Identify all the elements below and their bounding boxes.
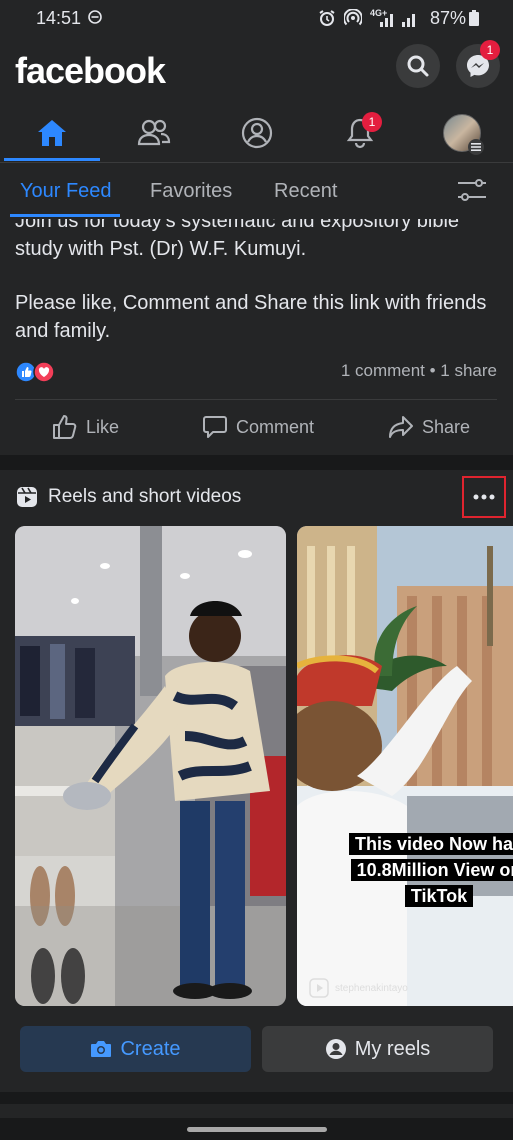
reel-thumbnail-2[interactable]: This video Now has 10.8Million View on T… (297, 526, 513, 1006)
tab-your-feed[interactable]: Your Feed (20, 163, 112, 219)
post-text: Join us for today's systematic and expos… (15, 219, 505, 371)
tab-recent[interactable]: Recent (274, 163, 337, 219)
dnd-icon (88, 10, 102, 29)
share-icon (389, 416, 413, 438)
tab-notifications[interactable]: 1 (310, 104, 410, 162)
comment-icon (203, 416, 227, 438)
my-reels-label: My reels (354, 1037, 431, 1060)
post-divider (15, 399, 497, 400)
like-label: Like (86, 416, 120, 437)
feed-tab-indicator (10, 214, 120, 217)
reels-title: Reels and short videos (48, 486, 242, 507)
friends-icon (137, 119, 171, 146)
my-reels-button[interactable]: My reels (262, 1026, 493, 1072)
like-reaction-icon (15, 361, 55, 383)
tab-favorites[interactable]: Favorites (150, 163, 232, 219)
profile-icon (241, 117, 273, 149)
comment-label: Comment (236, 416, 315, 437)
signal-icon (372, 12, 424, 33)
share-label: Share (422, 416, 471, 437)
reel-1-image (15, 526, 286, 1006)
messenger-badge: 1 (480, 40, 500, 60)
camera-icon (91, 1041, 112, 1057)
battery-percent: 87% (430, 8, 467, 28)
status-bar: 14:51 4G+ 87% (0, 0, 513, 36)
tab-recent-label: Recent (274, 179, 338, 202)
tab-friends[interactable] (104, 104, 204, 162)
post-stats[interactable]: 1 comment • 1 share (341, 361, 497, 381)
share-button[interactable]: Share (388, 407, 470, 447)
reels-icon (16, 486, 38, 513)
tab-menu[interactable] (412, 104, 512, 162)
post-card: Join us for today's systematic and expos… (0, 219, 513, 455)
app-header: facebook 1 (0, 36, 513, 104)
thumbs-up-icon (53, 415, 77, 439)
reel-2-caption-line-2: 10.8Million View on (350, 859, 513, 881)
filter-icon (458, 179, 486, 201)
post-paragraph-2: Please like, Comment and Share this link… (15, 292, 487, 342)
notifications-badge: 1 (362, 112, 382, 132)
tab-favorites-label: Favorites (150, 179, 233, 202)
battery-icon (469, 10, 479, 31)
system-nav-bar (0, 1092, 513, 1140)
comment-button[interactable]: Comment (202, 407, 314, 447)
tab-your-feed-label: Your Feed (20, 179, 112, 202)
more-options-icon (473, 494, 495, 500)
search-button[interactable] (396, 44, 440, 88)
active-tab-indicator (4, 158, 100, 161)
reel-2-caption-line-3: TikTok (404, 885, 474, 907)
create-label: Create (120, 1037, 181, 1060)
like-button[interactable]: Like (52, 407, 119, 447)
reel-2-watermark: stephenakintayo (309, 978, 408, 998)
reel-2-watermark-text: stephenakintayo (335, 982, 408, 994)
home-indicator[interactable] (187, 1127, 327, 1132)
reels-section: Reels and short videos This video Now ha… (0, 470, 513, 1092)
user-circle-icon (325, 1039, 346, 1059)
tab-home[interactable] (2, 104, 102, 162)
reel-2-caption: This video Now has 10.8Million View on T… (329, 831, 513, 909)
tab-profile[interactable] (207, 104, 307, 162)
status-time: 14:51 (36, 8, 82, 28)
hotspot-icon (343, 8, 363, 32)
reel-2-caption-line-1: This video Now has (348, 833, 513, 855)
reel-thumbnail-1[interactable] (15, 526, 286, 1006)
next-card-edge (0, 1104, 513, 1118)
reactions-summary[interactable] (15, 361, 55, 388)
feed-tabs: Your Feed Favorites Recent (0, 163, 513, 219)
search-icon (407, 55, 429, 77)
main-nav: 1 (0, 104, 513, 163)
alarm-icon (318, 9, 336, 32)
create-reel-button[interactable]: Create (20, 1026, 251, 1072)
home-icon (38, 120, 66, 146)
filter-button[interactable] (456, 177, 488, 208)
tiktok-icon (309, 978, 329, 998)
menu-icon (468, 139, 484, 155)
reels-more-button[interactable] (462, 476, 506, 518)
reel-2-image (297, 526, 513, 1006)
post-paragraph-1: Join us for today's systematic and expos… (15, 219, 460, 260)
avatar (443, 114, 484, 155)
facebook-logo: facebook (15, 50, 166, 91)
messenger-button[interactable]: 1 (456, 40, 500, 88)
